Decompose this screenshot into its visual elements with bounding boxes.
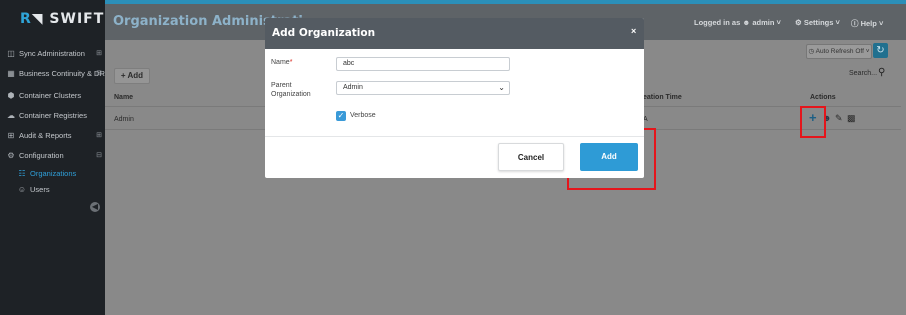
sidebar-item-users[interactable]: ☺ Users [0,180,105,198]
cogs-icon: ⚙ [7,150,15,160]
user-icon: ☻ [742,18,751,27]
users-icon: ☺ [17,184,27,194]
edit-icon[interactable]: ✎ [835,113,843,124]
refresh-button[interactable]: ↻ [873,43,888,58]
cloud-icon: ☁ [7,110,15,120]
chevron-down-icon: ⌄ [498,83,505,92]
sidebar-item-label: Organizations [30,168,77,178]
sitemap-icon: ☷ [18,168,26,178]
sidebar-item-sync-administration[interactable]: ◫ Sync Administration ⊞ [0,44,105,62]
collapse-icon[interactable]: ⊟ [96,151,102,159]
search-icon[interactable]: ⚲ [878,67,885,78]
column-header-creation-time[interactable]: eation Time [643,94,682,101]
auto-refresh-select[interactable]: ◷ Auto Refresh Off ˅ [806,44,872,59]
add-button[interactable]: Add [580,143,638,171]
table-cell-name: Admin [114,116,134,123]
sidebar-item-label: Audit & Reports [19,130,72,140]
server-icon: ▦ [7,68,15,78]
refresh-icon: ↻ [876,45,885,56]
cancel-button[interactable]: Cancel [498,143,564,171]
close-icon[interactable]: × [631,26,636,36]
highlight-box-actions [800,106,826,138]
parent-organization-select[interactable]: Admin ⌄ [336,81,510,95]
sidebar-item-label: Configuration [19,150,64,160]
column-header-name[interactable]: Name [114,94,133,101]
sync-icon: ◫ [7,48,15,58]
chevron-down-icon: ˅ [835,18,840,27]
expand-icon[interactable]: ⊞ [96,49,102,57]
sidebar-item-business-continuity[interactable]: ▦ Business Continuity & DR ⊞ [0,64,105,82]
settings-menu[interactable]: ⚙ Settings ˅ [795,18,840,27]
collapse-sidebar-button[interactable]: ◀ [90,202,100,212]
gear-icon: ⚙ [795,18,802,27]
modal-header: Add Organization × [265,18,644,49]
add-organization-button[interactable]: + Add [114,68,150,84]
chevron-down-icon: ˅ [776,18,781,27]
trash-icon[interactable]: ▩ [847,113,856,124]
sidebar: R◥ SWIFT ◫ Sync Administration ⊞ ▦ Busin… [0,0,105,315]
expand-icon[interactable]: ⊞ [96,69,102,77]
sidebar-item-label: Sync Administration [19,48,85,58]
sidebar-item-audit-reports[interactable]: ⊞ Audit & Reports ⊞ [0,126,105,144]
cube-icon: ⬢ [7,90,15,100]
verbose-checkbox[interactable]: ✓ [336,111,346,121]
name-label: Name* [271,59,293,66]
modal-title: Add Organization [272,27,376,39]
expand-icon[interactable]: ⊞ [96,131,102,139]
app-logo[interactable]: R◥ SWIFT [20,11,104,27]
help-menu[interactable]: ⓘ Help ˅ [851,18,883,29]
modal-divider [265,136,644,137]
column-header-actions: Actions [810,94,836,101]
verbose-label[interactable]: Verbose [350,112,376,119]
table-icon: ⊞ [7,130,15,140]
sidebar-item-label: Container Clusters [19,90,82,100]
chevron-down-icon: ˅ [878,19,884,28]
sidebar-item-container-clusters[interactable]: ⬢ Container Clusters [0,86,105,104]
sidebar-item-label: Users [30,184,50,194]
sidebar-item-label: Container Registries [19,110,87,120]
name-input[interactable]: abc [336,57,510,71]
parent-organization-label: Parent Organization [271,82,311,98]
sidebar-item-container-registries[interactable]: ☁ Container Registries [0,106,105,124]
sidebar-item-configuration[interactable]: ⚙ Configuration ⊟ [0,146,105,164]
help-icon: ⓘ [851,19,859,28]
sidebar-item-label: Business Continuity & DR [19,68,105,78]
search-label[interactable]: Search... [849,70,877,77]
user-menu[interactable]: Logged in as ☻ admin ˅ [694,18,781,27]
